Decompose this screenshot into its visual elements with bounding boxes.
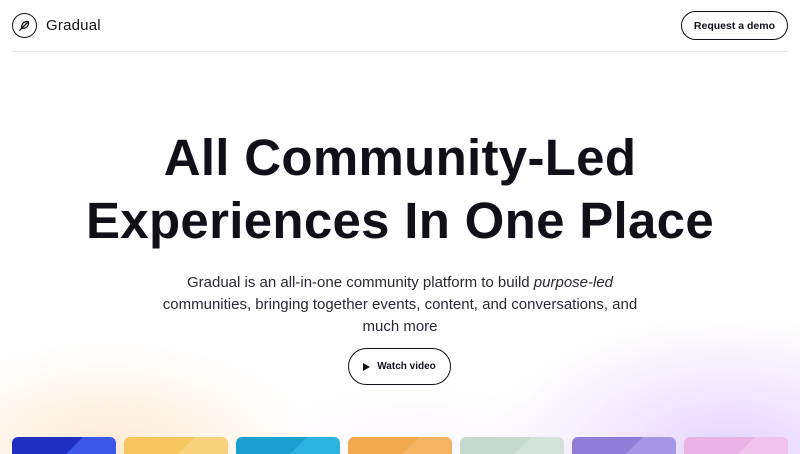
play-icon	[363, 362, 371, 371]
feature-card-2[interactable]	[124, 437, 228, 454]
request-demo-button[interactable]: Request a demo	[680, 11, 788, 40]
feature-card-3[interactable]	[236, 437, 340, 454]
feature-cards-row	[0, 437, 800, 454]
feather-icon	[12, 13, 37, 38]
feature-card-1[interactable]	[12, 437, 116, 454]
feature-card-4[interactable]	[348, 437, 452, 454]
subtitle-text-1: Gradual is an all-in-one community platf…	[186, 274, 534, 291]
subtitle-emphasis: purpose-led	[533, 274, 614, 291]
hero-title-line-2: Experiences In One Place	[85, 192, 714, 249]
feature-card-7[interactable]	[684, 437, 788, 454]
hero-title-line-1: All Community-Led	[163, 129, 637, 186]
brand[interactable]: Gradual	[12, 13, 101, 38]
feature-card-5[interactable]	[460, 437, 564, 454]
watch-video-button[interactable]: Watch video	[348, 348, 451, 385]
feature-card-6[interactable]	[572, 437, 676, 454]
top-nav: Gradual Request a demo	[12, 0, 788, 52]
watch-video-label: Watch video	[377, 361, 436, 372]
hero-subtitle: Gradual is an all-in-one community platf…	[150, 272, 650, 338]
brand-name: Gradual	[46, 17, 101, 34]
subtitle-text-2: communities, bringing together events, c…	[162, 296, 638, 335]
hero-title: All Community-Led Experiences In One Pla…	[0, 126, 800, 252]
